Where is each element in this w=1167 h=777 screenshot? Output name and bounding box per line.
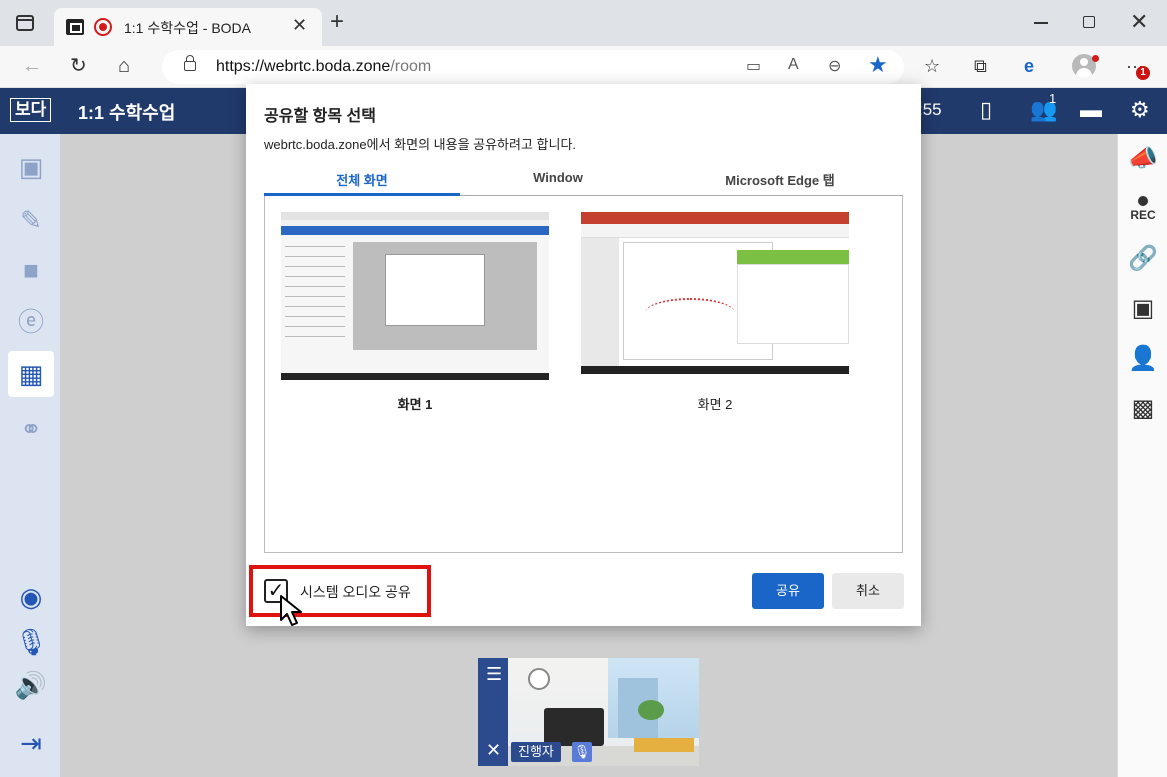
dialog-subtitle: webrtc.boda.zone에서 화면의 내용을 공유하려고 합니다. — [264, 137, 577, 152]
thumb-wave — [645, 298, 735, 328]
read-aloud-icon[interactable]: A — [788, 56, 799, 74]
left-sidebar: ▣ ✎ ■ ⓔ ▦ ⚭ ◉ 🎙 🔊 ⇥ — [0, 134, 60, 777]
address-bar[interactable]: https://webrtc.boda.zone/room ▭ A ⊖ ★ — [162, 50, 904, 84]
scene-plant — [638, 700, 664, 720]
share-dialog: 공유할 항목 선택 webrtc.boda.zone에서 화면의 내용을 공유하… — [246, 84, 921, 626]
browser-toolbar: ← ↻ ⌂ https://webrtc.boda.zone/room ▭ A … — [0, 46, 1167, 88]
webcam-icon[interactable]: ◉ — [8, 574, 54, 620]
thumb-lines — [285, 246, 345, 346]
zoom-icon[interactable]: ⊖ — [828, 56, 841, 76]
screen-thumbnail-2[interactable] — [581, 212, 849, 380]
edge-icon[interactable]: e — [1024, 56, 1034, 76]
thumb-header — [581, 212, 849, 224]
screen-list-panel: 화면 1 화면 2 — [264, 196, 903, 553]
video-camera-icon[interactable]: ■ — [8, 247, 54, 293]
microphone-icon[interactable]: 🎙 — [8, 619, 54, 665]
lock-icon[interactable] — [184, 55, 196, 71]
notification-badge: 1 — [1136, 66, 1150, 80]
hamburger-menu-icon[interactable]: ☰ — [486, 664, 502, 685]
thumb-slides — [581, 238, 619, 366]
system-audio-label[interactable]: 시스템 오디오 공유 — [300, 582, 411, 602]
profile-card-icon[interactable]: ▣ — [8, 144, 54, 190]
tab-edge-tab[interactable]: Microsoft Edge 탭 — [682, 170, 878, 189]
screen-label-1: 화면 1 — [397, 397, 433, 412]
sidebar-toggle-icon[interactable] — [16, 15, 34, 31]
portrait-icon[interactable]: ▣ — [1118, 296, 1167, 322]
url-host: https://webrtc.boda.zone — [216, 58, 391, 75]
record-label: REC — [1130, 208, 1156, 222]
apps-icon[interactable]: ⚭ — [8, 406, 54, 452]
link-icon[interactable]: 🔗 — [1118, 246, 1167, 272]
home-icon[interactable]: ⌂ — [118, 54, 130, 78]
presenter-name-label: 진행자 — [511, 742, 561, 762]
screen-label-2: 화면 2 — [697, 397, 733, 412]
scene-clock — [528, 668, 550, 690]
session-timer: :55 — [918, 100, 942, 119]
collections-icon[interactable]: ⧉ — [974, 56, 987, 76]
chat-icon[interactable]: ▬ — [1080, 97, 1102, 123]
mic-muted-icon[interactable]: 🎙 — [572, 742, 592, 762]
cancel-button[interactable]: 취소 — [832, 573, 904, 609]
layout-icon[interactable]: ▯ — [980, 97, 992, 123]
scene-books — [634, 738, 694, 752]
tab-window[interactable]: Window — [460, 170, 656, 185]
scene-laptop — [544, 708, 604, 746]
reload-icon[interactable]: ↻ — [70, 54, 87, 78]
dialog-tabs: 전체 화면 Window Microsoft Edge 탭 — [264, 164, 903, 196]
favicon-icon — [66, 19, 84, 35]
screen-thumbnail-1[interactable] — [281, 212, 549, 380]
right-sidebar: 📣 REC 🔗 ▣ 👤 ▩ — [1117, 134, 1167, 777]
browser-titlebar: 1:1 수학수업 - BODA ✕ + ✕ — [0, 0, 1167, 46]
url-path: /room — [390, 58, 432, 75]
profile-status-dot — [1092, 55, 1099, 62]
room-title: 1:1 수학수업 — [78, 103, 176, 123]
window-close-icon[interactable]: ✕ — [1130, 9, 1148, 35]
record-button[interactable]: REC — [1118, 196, 1167, 222]
thumb-panel — [737, 264, 849, 344]
whiteboard-icon[interactable]: ✎ — [8, 197, 54, 243]
thumb-taskbar — [581, 366, 849, 374]
video-tile[interactable]: ☰ ✕ 진행자 🎙 — [478, 658, 699, 766]
minimize-icon[interactable] — [1034, 22, 1048, 24]
add-user-icon[interactable]: 👤 — [1118, 346, 1167, 372]
thumb-header — [281, 226, 549, 235]
dialog-title: 공유할 항목 선택 — [264, 108, 376, 125]
checker-background-icon[interactable]: ▩ — [1118, 396, 1167, 422]
screen-share-icon[interactable]: ▦ — [8, 351, 54, 397]
thumb-taskbar — [281, 373, 549, 380]
share-button[interactable]: 공유 — [752, 573, 824, 609]
browser-share-icon[interactable]: ⓔ — [8, 299, 54, 345]
exit-icon[interactable]: ⇥ — [8, 720, 54, 766]
app-logo: 보다 — [10, 98, 52, 122]
thumb-green-bar — [737, 250, 849, 264]
url-text: https://webrtc.boda.zone/room — [216, 58, 431, 76]
camera-icon[interactable]: ▭ — [746, 56, 761, 76]
tab-entire-screen[interactable]: 전체 화면 — [264, 170, 460, 189]
maximize-icon[interactable] — [1083, 16, 1095, 28]
thumb-tabbar — [281, 212, 549, 220]
new-tab-button[interactable]: + — [330, 10, 344, 34]
settings-gear-icon[interactable]: ⚙ — [1130, 97, 1150, 123]
tab-close-icon[interactable]: ✕ — [292, 15, 307, 36]
recording-icon — [94, 18, 112, 36]
browser-tab[interactable]: 1:1 수학수업 - BODA ✕ — [54, 8, 322, 46]
tab-title: 1:1 수학수업 - BODA — [124, 20, 251, 36]
thumb-ribbon — [581, 224, 849, 238]
record-dot-icon — [1138, 196, 1148, 206]
speaker-icon[interactable]: 🔊 — [8, 662, 54, 708]
back-arrow-icon[interactable]: ← — [22, 54, 42, 78]
favorites-icon[interactable]: ☆ — [924, 56, 940, 76]
video-close-icon[interactable]: ✕ — [486, 740, 501, 761]
favorite-star-icon[interactable]: ★ — [868, 52, 888, 78]
participants-count: 1 — [1049, 91, 1057, 106]
announce-icon[interactable]: 📣 — [1118, 146, 1167, 172]
thumb-dialog — [385, 254, 485, 326]
